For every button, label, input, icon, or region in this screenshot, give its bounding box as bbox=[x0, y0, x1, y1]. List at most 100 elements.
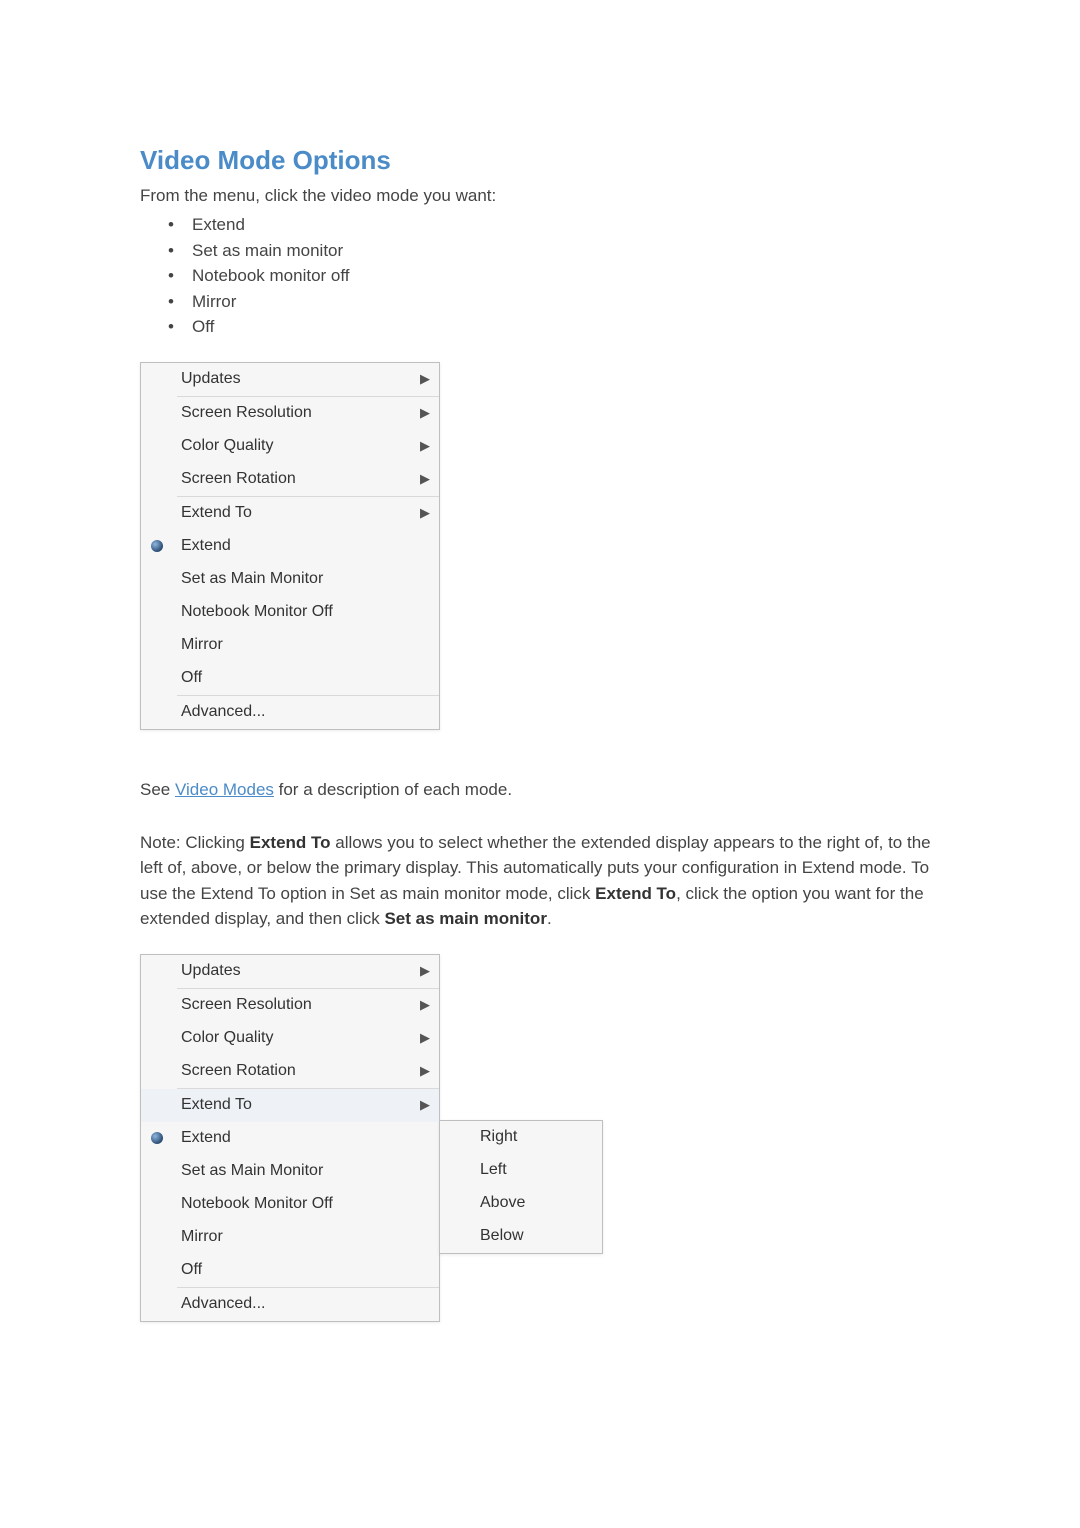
submenu-arrow-icon: ▶ bbox=[411, 997, 439, 1013]
section-title: Video Mode Options bbox=[140, 145, 940, 176]
menu-item-notebook-off[interactable]: Notebook Monitor Off bbox=[141, 596, 439, 629]
note-paragraph: Note: Clicking Extend To allows you to s… bbox=[140, 830, 940, 932]
menu-item-advanced[interactable]: Advanced... bbox=[141, 1288, 439, 1321]
submenu-item-right[interactable]: Right bbox=[440, 1121, 602, 1154]
submenu-arrow-icon: ▶ bbox=[411, 371, 439, 387]
menu-icon-col bbox=[440, 1121, 472, 1154]
menu-icon-col bbox=[440, 1220, 472, 1253]
submenu-arrow-icon: ▶ bbox=[411, 963, 439, 979]
menu-item-label: Off bbox=[173, 1261, 411, 1279]
context-menu: Updates ▶ Screen Resolution ▶ Color Qual… bbox=[140, 362, 440, 730]
menu-item-label: Notebook Monitor Off bbox=[173, 603, 411, 621]
menu-icon-col bbox=[141, 1155, 173, 1188]
menu-item-label: Screen Rotation bbox=[173, 1062, 411, 1080]
submenu-arrow-icon: ▶ bbox=[411, 1063, 439, 1079]
menu-item-updates[interactable]: Updates ▶ bbox=[141, 363, 439, 396]
submenu-item-label: Left bbox=[472, 1161, 602, 1179]
menu-icon-col bbox=[141, 563, 173, 596]
submenu-item-label: Above bbox=[472, 1194, 602, 1212]
video-modes-link[interactable]: Video Modes bbox=[175, 780, 274, 799]
extend-to-submenu: Right Left Above Below bbox=[439, 1120, 603, 1254]
mode-bullet-list: Extend Set as main monitor Notebook moni… bbox=[140, 212, 940, 340]
menu-icon-col bbox=[440, 1154, 472, 1187]
menu-icon-col bbox=[141, 1055, 173, 1088]
menu-icon-col bbox=[141, 397, 173, 430]
submenu-item-below[interactable]: Below bbox=[440, 1220, 602, 1253]
menu-item-label: Mirror bbox=[173, 1228, 411, 1246]
menu-item-label: Set as Main Monitor bbox=[173, 570, 411, 588]
submenu-arrow-icon: ▶ bbox=[411, 505, 439, 521]
context-menu: Updates ▶ Screen Resolution ▶ Color Qual… bbox=[140, 954, 440, 1322]
menu-icon-col bbox=[141, 463, 173, 496]
menu-item-label: Extend bbox=[173, 1129, 411, 1147]
submenu-arrow-icon: ▶ bbox=[411, 405, 439, 421]
menu-icon-col bbox=[141, 1089, 173, 1122]
menu-icon-col bbox=[141, 430, 173, 463]
menu-item-extend[interactable]: Extend bbox=[141, 530, 439, 563]
menu-item-screen-resolution[interactable]: Screen Resolution ▶ bbox=[141, 397, 439, 430]
selected-indicator-icon bbox=[151, 1132, 163, 1144]
menu-item-extend-to[interactable]: Extend To ▶ bbox=[141, 497, 439, 530]
menu-item-mirror[interactable]: Mirror bbox=[141, 1221, 439, 1254]
menu-icon-col bbox=[440, 1187, 472, 1220]
menu-item-extend-to[interactable]: Extend To ▶ bbox=[141, 1089, 439, 1122]
bold-text: Set as main monitor bbox=[384, 909, 546, 928]
menu-item-mirror[interactable]: Mirror bbox=[141, 629, 439, 662]
menu-icon-col bbox=[141, 989, 173, 1022]
menu-icon-col bbox=[141, 629, 173, 662]
submenu-arrow-icon: ▶ bbox=[411, 471, 439, 487]
menu-item-screen-resolution[interactable]: Screen Resolution ▶ bbox=[141, 989, 439, 1022]
menu-icon-col bbox=[141, 1288, 173, 1321]
menu-item-screen-rotation[interactable]: Screen Rotation ▶ bbox=[141, 1055, 439, 1088]
menu-item-label: Updates bbox=[173, 962, 411, 980]
menu-item-label: Extend To bbox=[173, 504, 411, 522]
menu-icon-col bbox=[141, 596, 173, 629]
list-item: Extend bbox=[192, 212, 940, 238]
menu-icon-col bbox=[141, 955, 173, 988]
menu-item-label: Mirror bbox=[173, 636, 411, 654]
text: See bbox=[140, 780, 175, 799]
submenu-arrow-icon: ▶ bbox=[411, 438, 439, 454]
instruction-text: From the menu, click the video mode you … bbox=[140, 186, 940, 206]
menu-icon-col bbox=[141, 696, 173, 729]
list-item: Notebook monitor off bbox=[192, 263, 940, 289]
page: Video Mode Options From the menu, click … bbox=[0, 0, 1080, 1382]
menu-item-off[interactable]: Off bbox=[141, 1254, 439, 1287]
menu-item-label: Extend bbox=[173, 537, 411, 555]
menu-item-advanced[interactable]: Advanced... bbox=[141, 696, 439, 729]
menu-item-label: Set as Main Monitor bbox=[173, 1162, 411, 1180]
menu-with-submenu: Updates ▶ Screen Resolution ▶ Color Qual… bbox=[140, 954, 940, 1322]
menu-item-label: Notebook Monitor Off bbox=[173, 1195, 411, 1213]
submenu-item-above[interactable]: Above bbox=[440, 1187, 602, 1220]
menu-item-label: Color Quality bbox=[173, 1029, 411, 1047]
menu-item-extend[interactable]: Extend bbox=[141, 1122, 439, 1155]
menu-item-color-quality[interactable]: Color Quality ▶ bbox=[141, 1022, 439, 1055]
menu-item-set-as-main[interactable]: Set as Main Monitor bbox=[141, 563, 439, 596]
menu-icon-col bbox=[141, 1188, 173, 1221]
menu-item-label: Color Quality bbox=[173, 437, 411, 455]
menu-item-color-quality[interactable]: Color Quality ▶ bbox=[141, 430, 439, 463]
list-item: Mirror bbox=[192, 289, 940, 315]
menu-icon-col bbox=[141, 1122, 173, 1155]
menu-item-updates[interactable]: Updates ▶ bbox=[141, 955, 439, 988]
text: for a description of each mode. bbox=[274, 780, 512, 799]
menu-item-screen-rotation[interactable]: Screen Rotation ▶ bbox=[141, 463, 439, 496]
selected-indicator-icon bbox=[151, 540, 163, 552]
menu-icon-col bbox=[141, 530, 173, 563]
menu-item-label: Extend To bbox=[173, 1096, 411, 1114]
menu-item-label: Updates bbox=[173, 370, 411, 388]
bold-text: Extend To bbox=[595, 884, 676, 903]
menu-icon-col bbox=[141, 662, 173, 695]
menu-icon-col bbox=[141, 497, 173, 530]
menu-item-set-as-main[interactable]: Set as Main Monitor bbox=[141, 1155, 439, 1188]
menu-icon-col bbox=[141, 1254, 173, 1287]
menu-item-notebook-off[interactable]: Notebook Monitor Off bbox=[141, 1188, 439, 1221]
menu-icon-col bbox=[141, 1221, 173, 1254]
see-paragraph: See Video Modes for a description of eac… bbox=[140, 780, 940, 800]
menu-item-label: Screen Resolution bbox=[173, 996, 411, 1014]
submenu-arrow-icon: ▶ bbox=[411, 1030, 439, 1046]
submenu-item-left[interactable]: Left bbox=[440, 1154, 602, 1187]
menu-item-label: Advanced... bbox=[173, 1295, 411, 1313]
menu-item-off[interactable]: Off bbox=[141, 662, 439, 695]
menu-icon-col bbox=[141, 363, 173, 396]
